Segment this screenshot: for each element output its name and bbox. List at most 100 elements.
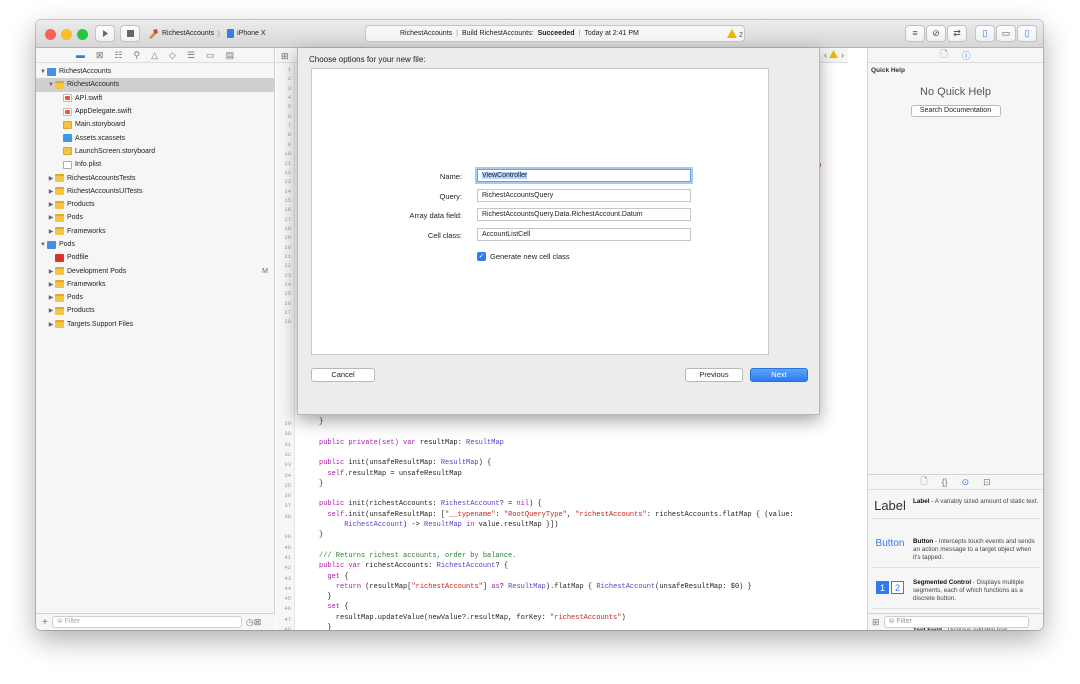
grid-view-icon[interactable]: ⊞ xyxy=(872,617,880,628)
library-item[interactable]: Button Button - Intercepts touch events a… xyxy=(872,538,1040,568)
disclosure-triangle-icon[interactable]: ▼ xyxy=(39,69,47,75)
assistant-editor-button[interactable]: ⊘ xyxy=(926,25,946,42)
zoom-window-button[interactable] xyxy=(77,29,88,40)
next-button[interactable]: Next xyxy=(750,368,808,382)
code-token: RichestAccount xyxy=(596,582,656,591)
close-window-button[interactable] xyxy=(45,29,56,40)
folder-icon[interactable]: ▬ xyxy=(76,50,85,60)
run-button[interactable] xyxy=(95,25,115,42)
disclosure-triangle-icon[interactable]: ▶ xyxy=(47,268,55,275)
code-snippet-icon[interactable]: {} xyxy=(942,477,948,487)
code-token: } xyxy=(319,531,324,540)
breakpoint-icon[interactable]: ▭ xyxy=(206,50,215,61)
cell-class-field[interactable]: AccountListCell xyxy=(477,228,691,241)
code-token: } xyxy=(319,418,324,426)
array-data-field[interactable]: RichestAccountsQuery.Data.RichestAccount… xyxy=(477,208,691,221)
line-number: 31 xyxy=(284,440,291,448)
disclosure-triangle-icon[interactable]: ▼ xyxy=(47,82,55,88)
arrows-icon: ⇄ xyxy=(953,28,961,38)
navigator-item[interactable]: ▶ RichestAccountsTests xyxy=(36,171,274,184)
navigator-item[interactable]: ▶ Products xyxy=(36,304,274,317)
chevron-left-icon[interactable]: ‹ xyxy=(824,50,827,60)
navigator-item[interactable]: ▼ RichestAccounts xyxy=(36,65,274,78)
disclosure-triangle-icon[interactable]: ▶ xyxy=(47,321,55,328)
object-library-icon[interactable]: ⊙ xyxy=(962,477,970,488)
quick-help-icon[interactable]: ⓘ xyxy=(962,49,971,62)
generate-cell-class-checkbox[interactable]: ✓ Generate new cell class xyxy=(477,252,570,261)
source-control-icon[interactable]: ⊠ xyxy=(96,50,104,61)
disclosure-triangle-icon[interactable]: ▶ xyxy=(47,281,55,288)
search-documentation-button[interactable]: Search Documentation xyxy=(910,105,1001,117)
report-icon[interactable]: ▤ xyxy=(226,50,235,61)
line-number: 4 xyxy=(287,94,291,102)
disclosure-triangle-icon[interactable]: ▶ xyxy=(47,201,55,208)
navigator-item-label: Frameworks xyxy=(67,280,106,288)
navigator-item[interactable]: ▶ Pods xyxy=(36,211,274,224)
issue-icon[interactable]: △ xyxy=(151,50,158,61)
debug-icon[interactable]: ☰ xyxy=(187,50,195,61)
navigator-item[interactable]: ▶ Frameworks xyxy=(36,278,274,291)
navigator-item[interactable]: API.swift xyxy=(36,92,274,105)
navigator-item[interactable]: Info.plist xyxy=(36,158,274,171)
activity-viewer: RichestAccounts | Build RichestAccounts:… xyxy=(365,25,745,42)
recent-files-icon[interactable]: ◷⊠ xyxy=(246,617,261,628)
query-field[interactable]: RichestAccountsQuery xyxy=(477,189,691,202)
quick-help-title: Quick Help xyxy=(871,67,905,74)
warning-badge[interactable]: 2 xyxy=(727,29,743,39)
navigator-item[interactable]: Assets.xcassets xyxy=(36,131,274,144)
library-item[interactable]: Label Label - A variably sized amount of … xyxy=(872,498,1040,519)
navigator-item[interactable]: Podfile xyxy=(36,251,274,264)
name-label: Name: xyxy=(439,172,462,181)
standard-editor-button[interactable]: ≡ xyxy=(905,25,925,42)
navigator-item[interactable]: ▶ Targets Support Files xyxy=(36,318,274,331)
disclosure-triangle-icon[interactable]: ▶ xyxy=(47,294,55,301)
navigator-item[interactable]: ▶ Pods xyxy=(36,291,274,304)
test-icon[interactable]: ◇ xyxy=(169,50,176,61)
library-item[interactable]: 1 2 Segmented Control - Displays multiple … xyxy=(872,579,1040,609)
name-value: ViewController xyxy=(482,172,528,179)
version-editor-button[interactable]: ⇄ xyxy=(947,25,967,42)
navigator-filter-input[interactable]: ⊜ Filter xyxy=(51,616,242,628)
previous-button[interactable]: Previous xyxy=(685,368,743,382)
disclosure-triangle-icon[interactable]: ▶ xyxy=(47,307,55,314)
toggle-debug-area-button[interactable]: ▭ xyxy=(996,25,1016,42)
navigator-item[interactable]: ▼ RichestAccounts xyxy=(36,78,274,92)
search-icon[interactable]: ⚲ xyxy=(134,50,141,61)
navigator-item[interactable]: ▼ Pods xyxy=(36,238,274,251)
disclosure-triangle-icon[interactable]: ▶ xyxy=(47,214,55,221)
navigator-item[interactable]: ▶ Frameworks xyxy=(36,225,274,238)
file-template-icon[interactable]: 🗋 xyxy=(920,474,927,490)
code-token: ResultMap xyxy=(424,521,462,529)
scheme-selector[interactable]: RichestAccounts 〉 iPhone X xyxy=(144,25,280,42)
issue-navigation[interactable]: ‹ › xyxy=(824,50,844,60)
activity-project: RichestAccounts xyxy=(400,30,453,37)
cancel-button[interactable]: Cancel xyxy=(311,368,375,382)
minimize-window-button[interactable] xyxy=(61,29,72,40)
line-number: 21 xyxy=(284,253,291,260)
hierarchy-icon[interactable]: ☷ xyxy=(114,50,122,61)
file-inspector-icon[interactable]: 🗋 xyxy=(940,47,947,63)
navigator-item[interactable]: AppDelegate.swift xyxy=(36,105,274,118)
navigator-item[interactable]: ▶ RichestAccountsUITests xyxy=(36,185,274,198)
navigator-item[interactable]: LaunchScreen.storyboard xyxy=(36,145,274,158)
navigator-item[interactable]: Main.storyboard xyxy=(36,118,274,131)
disclosure-triangle-icon[interactable]: ▼ xyxy=(39,242,47,248)
disclosure-triangle-icon[interactable]: ▶ xyxy=(47,228,55,235)
media-library-icon[interactable]: ⊡ xyxy=(983,477,991,488)
navigator-tabs: ▬ ⊠ ☷ ⚲ △ ◇ ☰ ▭ ▤ xyxy=(36,48,274,63)
library-filter-input[interactable]: ⊜ Filter xyxy=(883,616,1029,628)
toggle-navigator-button[interactable]: ▯ xyxy=(975,25,995,42)
disclosure-triangle-icon[interactable]: ▶ xyxy=(47,175,55,182)
code-token: richestAccounts: xyxy=(365,562,437,571)
name-field[interactable]: ViewController xyxy=(477,169,691,182)
code-token: ) xyxy=(621,613,626,622)
navigator-item[interactable]: ▶ Development Pods M xyxy=(36,264,274,277)
disclosure-triangle-icon[interactable]: ▶ xyxy=(47,188,55,195)
line-number: 12 xyxy=(284,168,291,176)
stop-button[interactable] xyxy=(120,25,140,42)
chevron-right-icon[interactable]: › xyxy=(841,50,844,60)
toggle-inspector-button[interactable]: ▯ xyxy=(1017,25,1037,42)
related-items-icon[interactable]: ⊞ xyxy=(281,51,289,62)
add-icon[interactable]: + xyxy=(42,617,48,628)
navigator-item[interactable]: ▶ Products xyxy=(36,198,274,211)
